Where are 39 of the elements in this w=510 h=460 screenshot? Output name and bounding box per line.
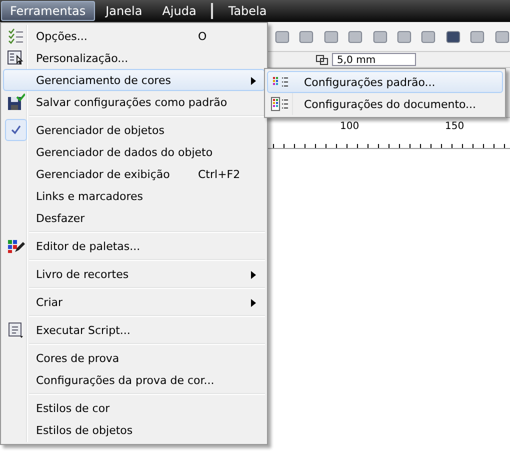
menu-item[interactable]: Personalização...	[3, 47, 265, 69]
menu-bar-item[interactable]: Janela	[96, 1, 152, 21]
menu-item[interactable]: Estilos de cor	[3, 397, 265, 419]
palette-pencil-icon	[7, 238, 25, 254]
ruler-label: 150	[445, 121, 464, 132]
shortcut-text: Ctrl+F2	[198, 168, 240, 180]
shortcut-text: O	[198, 30, 207, 42]
menu-item[interactable]: Executar Script...	[3, 319, 265, 341]
menu-item[interactable]: Criar	[3, 291, 265, 313]
color-grid-icon	[271, 75, 289, 89]
menu-item[interactable]: Configurações padrão...	[267, 71, 503, 93]
checklist-icon	[8, 28, 24, 44]
menu-item[interactable]: Configurações do documento...	[267, 93, 503, 115]
menu-bar-item[interactable]: Ferramentas	[1, 1, 95, 21]
menu-item[interactable]: Gerenciamento de cores	[3, 69, 265, 91]
menu-bar-item[interactable]: Tabela	[219, 1, 276, 21]
menu-item[interactable]: Editor de paletas...	[3, 235, 265, 257]
menu-item[interactable]: Salvar configurações como padrão	[3, 91, 265, 113]
outline-width-icon	[316, 54, 328, 64]
menu-item[interactable]: Opções... O	[3, 25, 265, 47]
width-field[interactable]: 5,0 mm	[332, 53, 416, 66]
menu-item[interactable]: Cores de prova	[3, 347, 265, 369]
menu-item[interactable]: Gerenciador de objetos	[3, 119, 265, 141]
menu-item[interactable]: Gerenciador de dados do objeto	[3, 141, 265, 163]
submenu-arrow-icon	[251, 299, 256, 307]
check-icon	[5, 119, 27, 141]
window-cursor-icon	[7, 50, 25, 66]
submenu-arrow-icon	[251, 271, 256, 279]
menu-item[interactable]: Links e marcadores	[3, 185, 265, 207]
submenu-arrow-icon	[251, 77, 256, 85]
menu-item[interactable]: Configurações da prova de cor...	[3, 369, 265, 391]
ruler-label: 100	[340, 121, 360, 132]
menu-item[interactable]: Estilos de objetos	[3, 419, 265, 441]
menu-item[interactable]: Gerenciador de exibição Ctrl+F2	[3, 163, 265, 185]
menu-item[interactable]: Desfazer	[3, 207, 265, 229]
script-icon	[7, 321, 25, 339]
menu-bar-item[interactable]: Ajuda	[153, 1, 206, 21]
menu-item[interactable]: Livro de recortes	[3, 263, 265, 285]
document-colors-icon	[271, 97, 289, 111]
